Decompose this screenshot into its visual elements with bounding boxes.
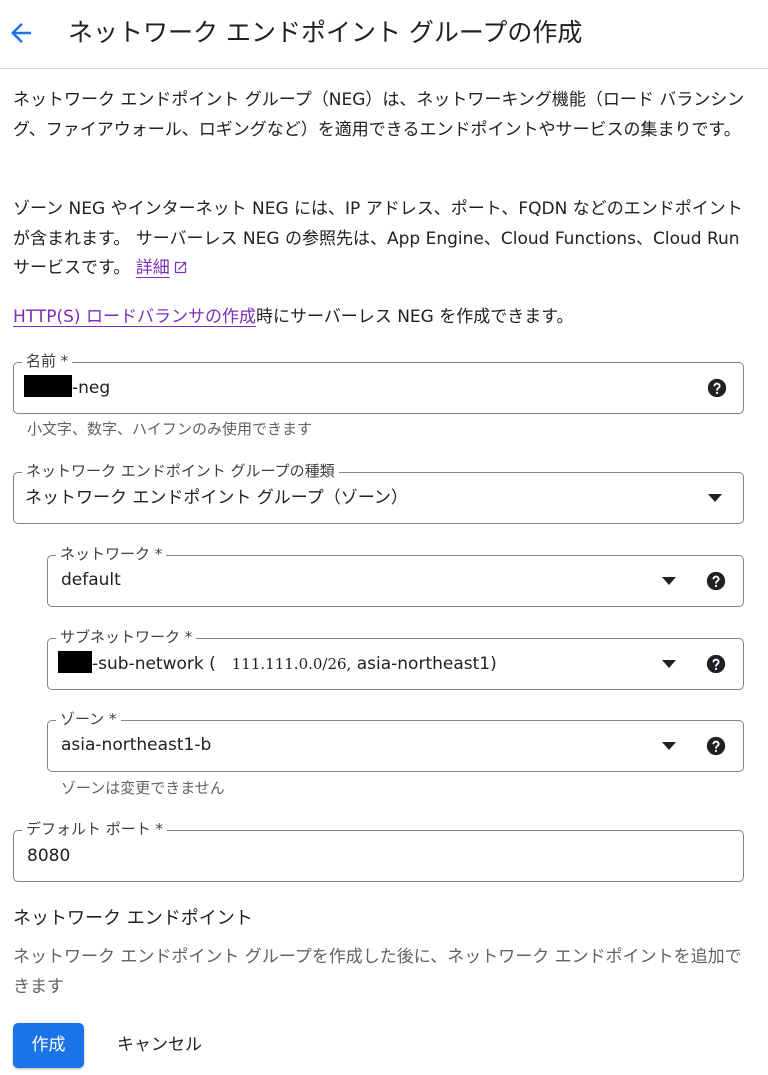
help-icon[interactable] <box>705 735 727 757</box>
name-value-text: -neg <box>72 378 111 398</box>
name-field-hint: 小文字、数字、ハイフンのみ使用できます <box>27 420 313 438</box>
dropdown-arrow-icon[interactable] <box>662 741 676 751</box>
redacted-block <box>58 651 92 673</box>
default-port-value[interactable]: 8080 <box>27 844 70 868</box>
help-icon[interactable] <box>706 377 728 399</box>
subnetwork-cidr: 111.111.0.0/26, <box>231 655 352 673</box>
neg-type-label: ネットワーク エンドポイント グループの種類 <box>22 461 339 481</box>
name-field-value[interactable]: -neg <box>24 375 110 400</box>
subnetwork-value-prefix: -sub-network ( <box>92 654 216 674</box>
learn-more-link[interactable]: 詳細 <box>136 258 170 278</box>
default-port-label: デフォルト ポート * <box>22 819 168 839</box>
intro-paragraph-2-text: ゾーン NEG やインターネット NEG には、IP アドレス、ポート、FQDN… <box>13 199 743 278</box>
name-field-label: 名前 * <box>22 351 73 371</box>
dropdown-arrow-icon[interactable] <box>708 493 722 503</box>
network-endpoints-title: ネットワーク エンドポイント <box>13 908 253 929</box>
help-icon[interactable] <box>705 653 727 675</box>
subnetwork-value: -sub-network ( 111.111.0.0/26, asia-north… <box>58 651 497 676</box>
redacted-block <box>24 375 72 397</box>
cancel-button[interactable]: キャンセル <box>117 1023 202 1068</box>
subnetwork-label: サブネットワーク * <box>56 627 197 647</box>
network-endpoints-description: ネットワーク エンドポイント グループを作成した後に、ネットワーク エンドポイン… <box>13 947 742 997</box>
create-load-balancer-link[interactable]: HTTP(S) ロードバランサの作成 <box>13 307 256 327</box>
dropdown-arrow-icon[interactable] <box>662 659 676 669</box>
name-field[interactable]: 名前 * -neg <box>13 351 744 414</box>
page-title: ネットワーク エンドポイント グループの作成 <box>68 18 583 47</box>
intro-paragraph-3: HTTP(S) ロードバランサの作成時にサーバーレス NEG を作成できます。 <box>13 303 748 333</box>
zone-hint: ゾーンは変更できません <box>61 779 225 797</box>
help-icon[interactable] <box>705 570 727 592</box>
subnetwork-region: asia-northeast1) <box>356 654 497 674</box>
intro-paragraph-1: ネットワーク エンドポイント グループ（NEG）は、ネットワーキング機能（ロード… <box>13 90 745 140</box>
intro-paragraph-3-text: 時にサーバーレス NEG を作成できます。 <box>255 307 574 327</box>
intro-paragraph-2: ゾーン NEG やインターネット NEG には、IP アドレス、ポート、FQDN… <box>13 195 748 284</box>
dropdown-arrow-icon[interactable] <box>662 576 676 586</box>
neg-type-value: ネットワーク エンドポイント グループ（ゾーン） <box>25 488 408 508</box>
zone-value: asia-northeast1-b <box>61 735 212 755</box>
neg-type-select[interactable]: ネットワーク エンドポイント グループの種類 ネットワーク エンドポイント グル… <box>13 461 744 524</box>
header-divider <box>0 68 768 69</box>
external-link-icon[interactable] <box>173 260 188 275</box>
network-select[interactable]: ネットワーク * default <box>47 544 744 607</box>
create-button[interactable]: 作成 <box>13 1023 84 1068</box>
zone-select[interactable]: ゾーン * asia-northeast1-b <box>47 709 744 772</box>
back-arrow-icon[interactable] <box>6 18 36 48</box>
default-port-field[interactable]: デフォルト ポート * 8080 <box>13 819 744 882</box>
page-header: ネットワーク エンドポイント グループの作成 <box>0 0 768 68</box>
network-label: ネットワーク * <box>56 544 167 564</box>
network-value: default <box>61 570 121 590</box>
subnetwork-select[interactable]: サブネットワーク * -sub-network ( 111.111.0.0/26,… <box>47 627 744 690</box>
zone-label: ゾーン * <box>56 709 121 729</box>
